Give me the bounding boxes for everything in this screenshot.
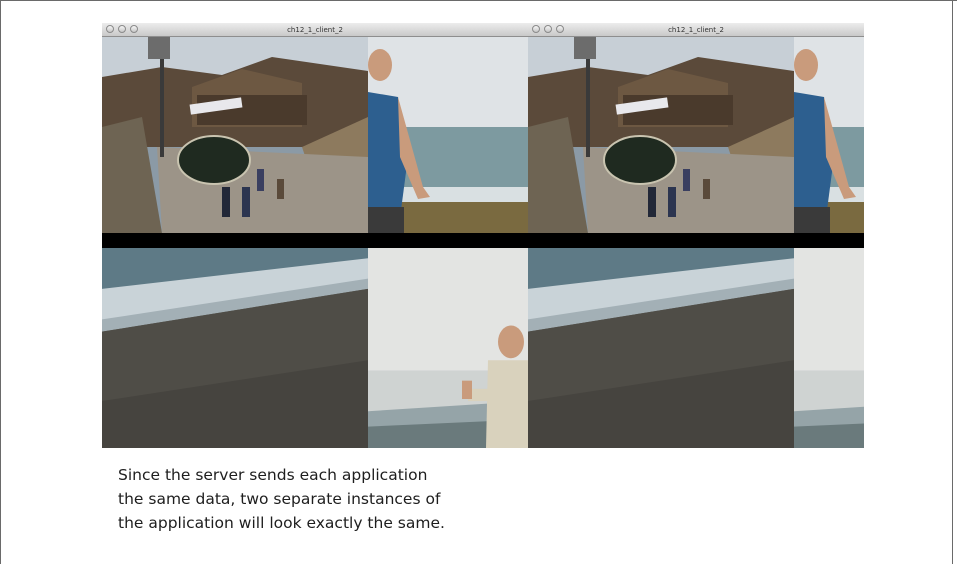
video-tile-street	[102, 37, 368, 233]
video-frame-man-beach-image	[794, 37, 864, 233]
video-tile-man-beach	[368, 37, 528, 233]
video-tile-shoreline	[102, 248, 368, 448]
app-window-1: ch12_1_client_2	[102, 23, 528, 448]
page-border-right	[952, 0, 953, 564]
video-frame-shoreline-image	[528, 248, 794, 448]
app-window-2: ch12_1_client_2	[528, 23, 864, 448]
caption-line-2: the same data, two separate instances of	[118, 490, 441, 508]
video-grid	[528, 37, 864, 448]
caption-line-3: the application will look exactly the sa…	[118, 514, 445, 532]
video-tile-thumbs-up	[368, 248, 528, 448]
page-border-top	[0, 0, 957, 1]
video-frame-man-beach-image	[368, 37, 528, 233]
video-frame-thumbs-up-image	[794, 248, 864, 448]
video-tile-shoreline	[528, 248, 794, 448]
window-titlebar[interactable]: ch12_1_client_2	[102, 23, 528, 37]
video-frame-thumbs-up-image	[368, 248, 528, 448]
video-frame-street-image	[102, 37, 368, 233]
window-titlebar[interactable]: ch12_1_client_2	[528, 23, 864, 37]
video-frame-shoreline-image	[102, 248, 368, 448]
video-grid	[102, 37, 528, 448]
video-tile-man-beach	[794, 37, 864, 233]
figure-caption: Since the server sends each application …	[118, 463, 578, 535]
window-title: ch12_1_client_2	[668, 26, 724, 34]
video-tile-street	[528, 37, 794, 233]
video-tile-thumbs-up	[794, 248, 864, 448]
caption-line-1: Since the server sends each application	[118, 466, 428, 484]
window-title: ch12_1_client_2	[287, 26, 343, 34]
video-frame-street-image	[528, 37, 794, 233]
page-border-left	[0, 0, 1, 564]
